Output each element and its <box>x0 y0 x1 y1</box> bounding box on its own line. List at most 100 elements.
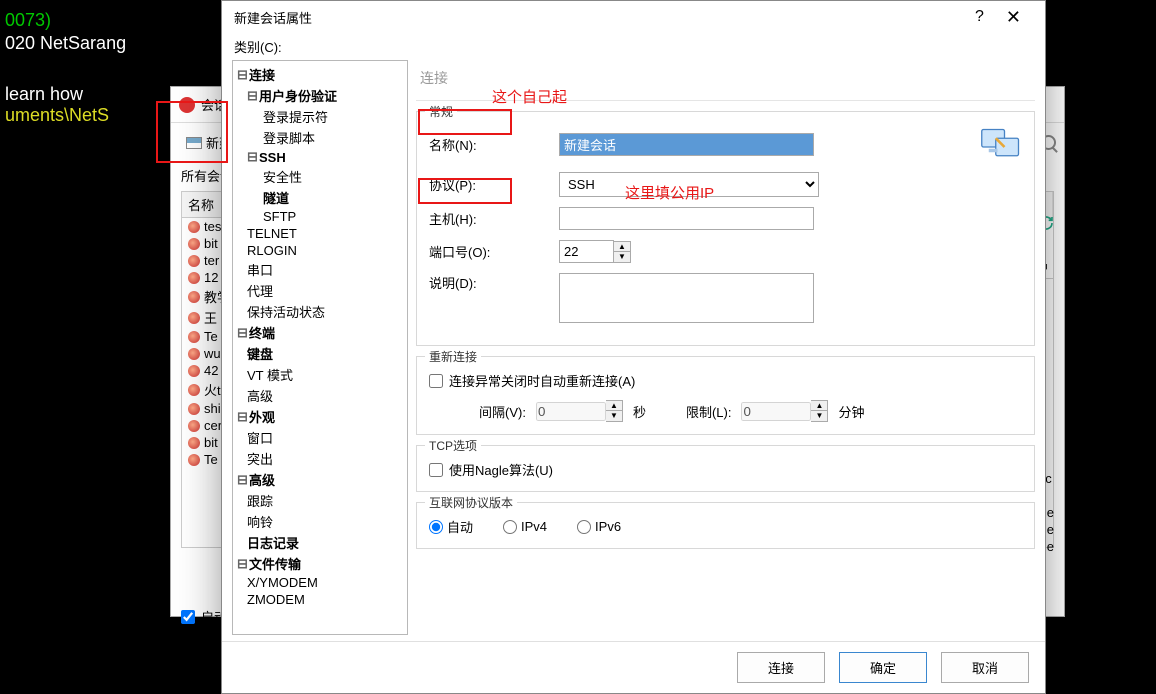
reconnect-group-label: 重新连接 <box>425 348 481 365</box>
port-label: 端口号(O): <box>429 242 549 261</box>
tree-appearance[interactable]: ⊟外观 <box>233 406 407 427</box>
nagle-label: 使用Nagle算法(U) <box>449 460 553 479</box>
session-icon <box>188 420 200 432</box>
reconnect-group: 重新连接 连接异常关闭时自动重新连接(A) 间隔(V): ▲▼ 秒 限制(L): <box>416 356 1035 435</box>
tree-telnet[interactable]: TELNET <box>233 225 407 242</box>
spin-down-icon[interactable]: ▼ <box>606 411 622 421</box>
ipv6-option[interactable]: IPv6 <box>577 519 621 534</box>
tree-vt-mode[interactable]: VT 模式 <box>233 364 407 385</box>
host-label: 主机(H): <box>429 209 549 228</box>
tree-window[interactable]: 窗口 <box>233 427 407 448</box>
general-group-label: 常规 <box>425 103 457 120</box>
limit-spinner[interactable]: ▲▼ <box>811 400 828 422</box>
tree-zmodem[interactable]: ZMODEM <box>233 591 407 608</box>
session-icon <box>188 272 200 284</box>
tcp-group-label: TCP选项 <box>425 437 481 454</box>
dialog-titlebar: 新建会话属性 ? ✕ <box>222 1 1045 33</box>
ipv4-option[interactable]: IPv4 <box>503 519 547 534</box>
session-icon <box>188 312 200 324</box>
panel-title: 连接 <box>416 60 1035 101</box>
help-icon[interactable]: ? <box>965 4 994 30</box>
ok-button[interactable]: 确定 <box>839 652 927 683</box>
ip-version-group: 互联网协议版本 自动 IPv4 IPv6 <box>416 502 1035 549</box>
description-label: 说明(D): <box>429 273 549 292</box>
session-icon <box>188 291 200 303</box>
category-tree[interactable]: ⊟连接 ⊟用户身份验证 登录提示符 登录脚本 ⊟SSH 安全性 隧道 SFTP … <box>232 60 408 635</box>
tree-login-script[interactable]: 登录脚本 <box>233 127 407 148</box>
tree-keepalive[interactable]: 保持活动状态 <box>233 301 407 322</box>
terminal-line: uments\NetS <box>5 105 109 125</box>
spin-up-icon[interactable]: ▲ <box>811 401 827 411</box>
general-group: 常规 名称(N): 协议(P): SSH 主机(H): <box>416 111 1035 346</box>
nagle-checkbox[interactable] <box>429 463 443 477</box>
port-spinner[interactable]: ▲▼ <box>614 241 631 263</box>
description-textarea[interactable] <box>559 273 814 323</box>
port-input[interactable] <box>559 240 614 263</box>
tree-trace[interactable]: 跟踪 <box>233 490 407 511</box>
interval-label: 间隔(V): <box>479 402 526 421</box>
name-input[interactable] <box>559 133 814 156</box>
tree-serial[interactable]: 串口 <box>233 259 407 280</box>
tree-terminal[interactable]: ⊟终端 <box>233 322 407 343</box>
tree-tunnel[interactable]: 隧道 <box>233 187 407 208</box>
tree-log[interactable]: 日志记录 <box>233 532 407 553</box>
session-icon <box>188 365 200 377</box>
session-icon <box>188 331 200 343</box>
session-icon <box>188 238 200 250</box>
session-icon <box>188 348 200 360</box>
tree-keyboard[interactable]: 键盘 <box>233 343 407 364</box>
cancel-button[interactable]: 取消 <box>941 652 1029 683</box>
session-icon <box>188 221 200 233</box>
limit-input[interactable] <box>741 402 811 421</box>
interval-input[interactable] <box>536 402 606 421</box>
tree-file-transfer[interactable]: ⊟文件传输 <box>233 553 407 574</box>
tree-proxy[interactable]: 代理 <box>233 280 407 301</box>
connect-button[interactable]: 连接 <box>737 652 825 683</box>
ip-version-label: 互联网协议版本 <box>425 494 517 511</box>
auto-reconnect-checkbox[interactable] <box>429 374 443 388</box>
new-session-icon <box>186 137 202 149</box>
connection-panel: 连接 常规 名称(N): 协议(P): SSH 主机(H) <box>416 60 1035 635</box>
tree-login-prompt[interactable]: 登录提示符 <box>233 106 407 127</box>
session-icon <box>188 255 200 267</box>
tree-security[interactable]: 安全性 <box>233 166 407 187</box>
ip-auto-option[interactable]: 自动 <box>429 517 473 536</box>
name-label: 名称(N): <box>429 135 549 154</box>
session-icon <box>188 437 200 449</box>
ipv4-radio[interactable] <box>503 520 517 534</box>
protocol-label: 协议(P): <box>429 175 549 194</box>
session-icon <box>980 126 1022 162</box>
tree-xymodem[interactable]: X/YMODEM <box>233 574 407 591</box>
tree-ssh[interactable]: ⊟SSH <box>233 148 407 166</box>
host-input[interactable] <box>559 207 814 230</box>
spin-up-icon[interactable]: ▲ <box>606 401 622 411</box>
interval-spinner[interactable]: ▲▼ <box>606 400 623 422</box>
auto-reconnect-label: 连接异常关闭时自动重新连接(A) <box>449 371 635 390</box>
session-icon <box>188 454 200 466</box>
dialog-button-row: 连接 确定 取消 <box>222 641 1045 693</box>
spin-up-icon[interactable]: ▲ <box>614 242 630 252</box>
startup-checkbox[interactable] <box>181 610 195 624</box>
limit-label: 限制(L): <box>686 402 732 421</box>
session-icon <box>188 403 200 415</box>
tree-sftp[interactable]: SFTP <box>233 208 407 225</box>
ip-auto-radio[interactable] <box>429 520 443 534</box>
spin-down-icon[interactable]: ▼ <box>614 252 630 262</box>
ipv6-radio[interactable] <box>577 520 591 534</box>
tree-advanced[interactable]: ⊟高级 <box>233 469 407 490</box>
tree-term-advanced[interactable]: 高级 <box>233 385 407 406</box>
tree-rlogin[interactable]: RLOGIN <box>233 242 407 259</box>
close-icon[interactable]: ✕ <box>994 3 1033 32</box>
minutes-label: 分钟 <box>838 402 864 421</box>
terminal-line: learn how <box>5 84 83 104</box>
tree-highlight[interactable]: 突出 <box>233 448 407 469</box>
new-session-dialog: 新建会话属性 ? ✕ 类别(C): ⊟连接 ⊟用户身份验证 登录提示符 登录脚本… <box>221 0 1046 694</box>
tree-auth[interactable]: ⊟用户身份验证 <box>233 85 407 106</box>
tcp-group: TCP选项 使用Nagle算法(U) <box>416 445 1035 492</box>
dialog-title: 新建会话属性 <box>234 8 312 27</box>
tree-connection[interactable]: ⊟连接 <box>233 64 407 85</box>
session-icon <box>188 384 200 396</box>
tree-bell[interactable]: 响铃 <box>233 511 407 532</box>
protocol-select[interactable]: SSH <box>559 172 819 197</box>
spin-down-icon[interactable]: ▼ <box>811 411 827 421</box>
